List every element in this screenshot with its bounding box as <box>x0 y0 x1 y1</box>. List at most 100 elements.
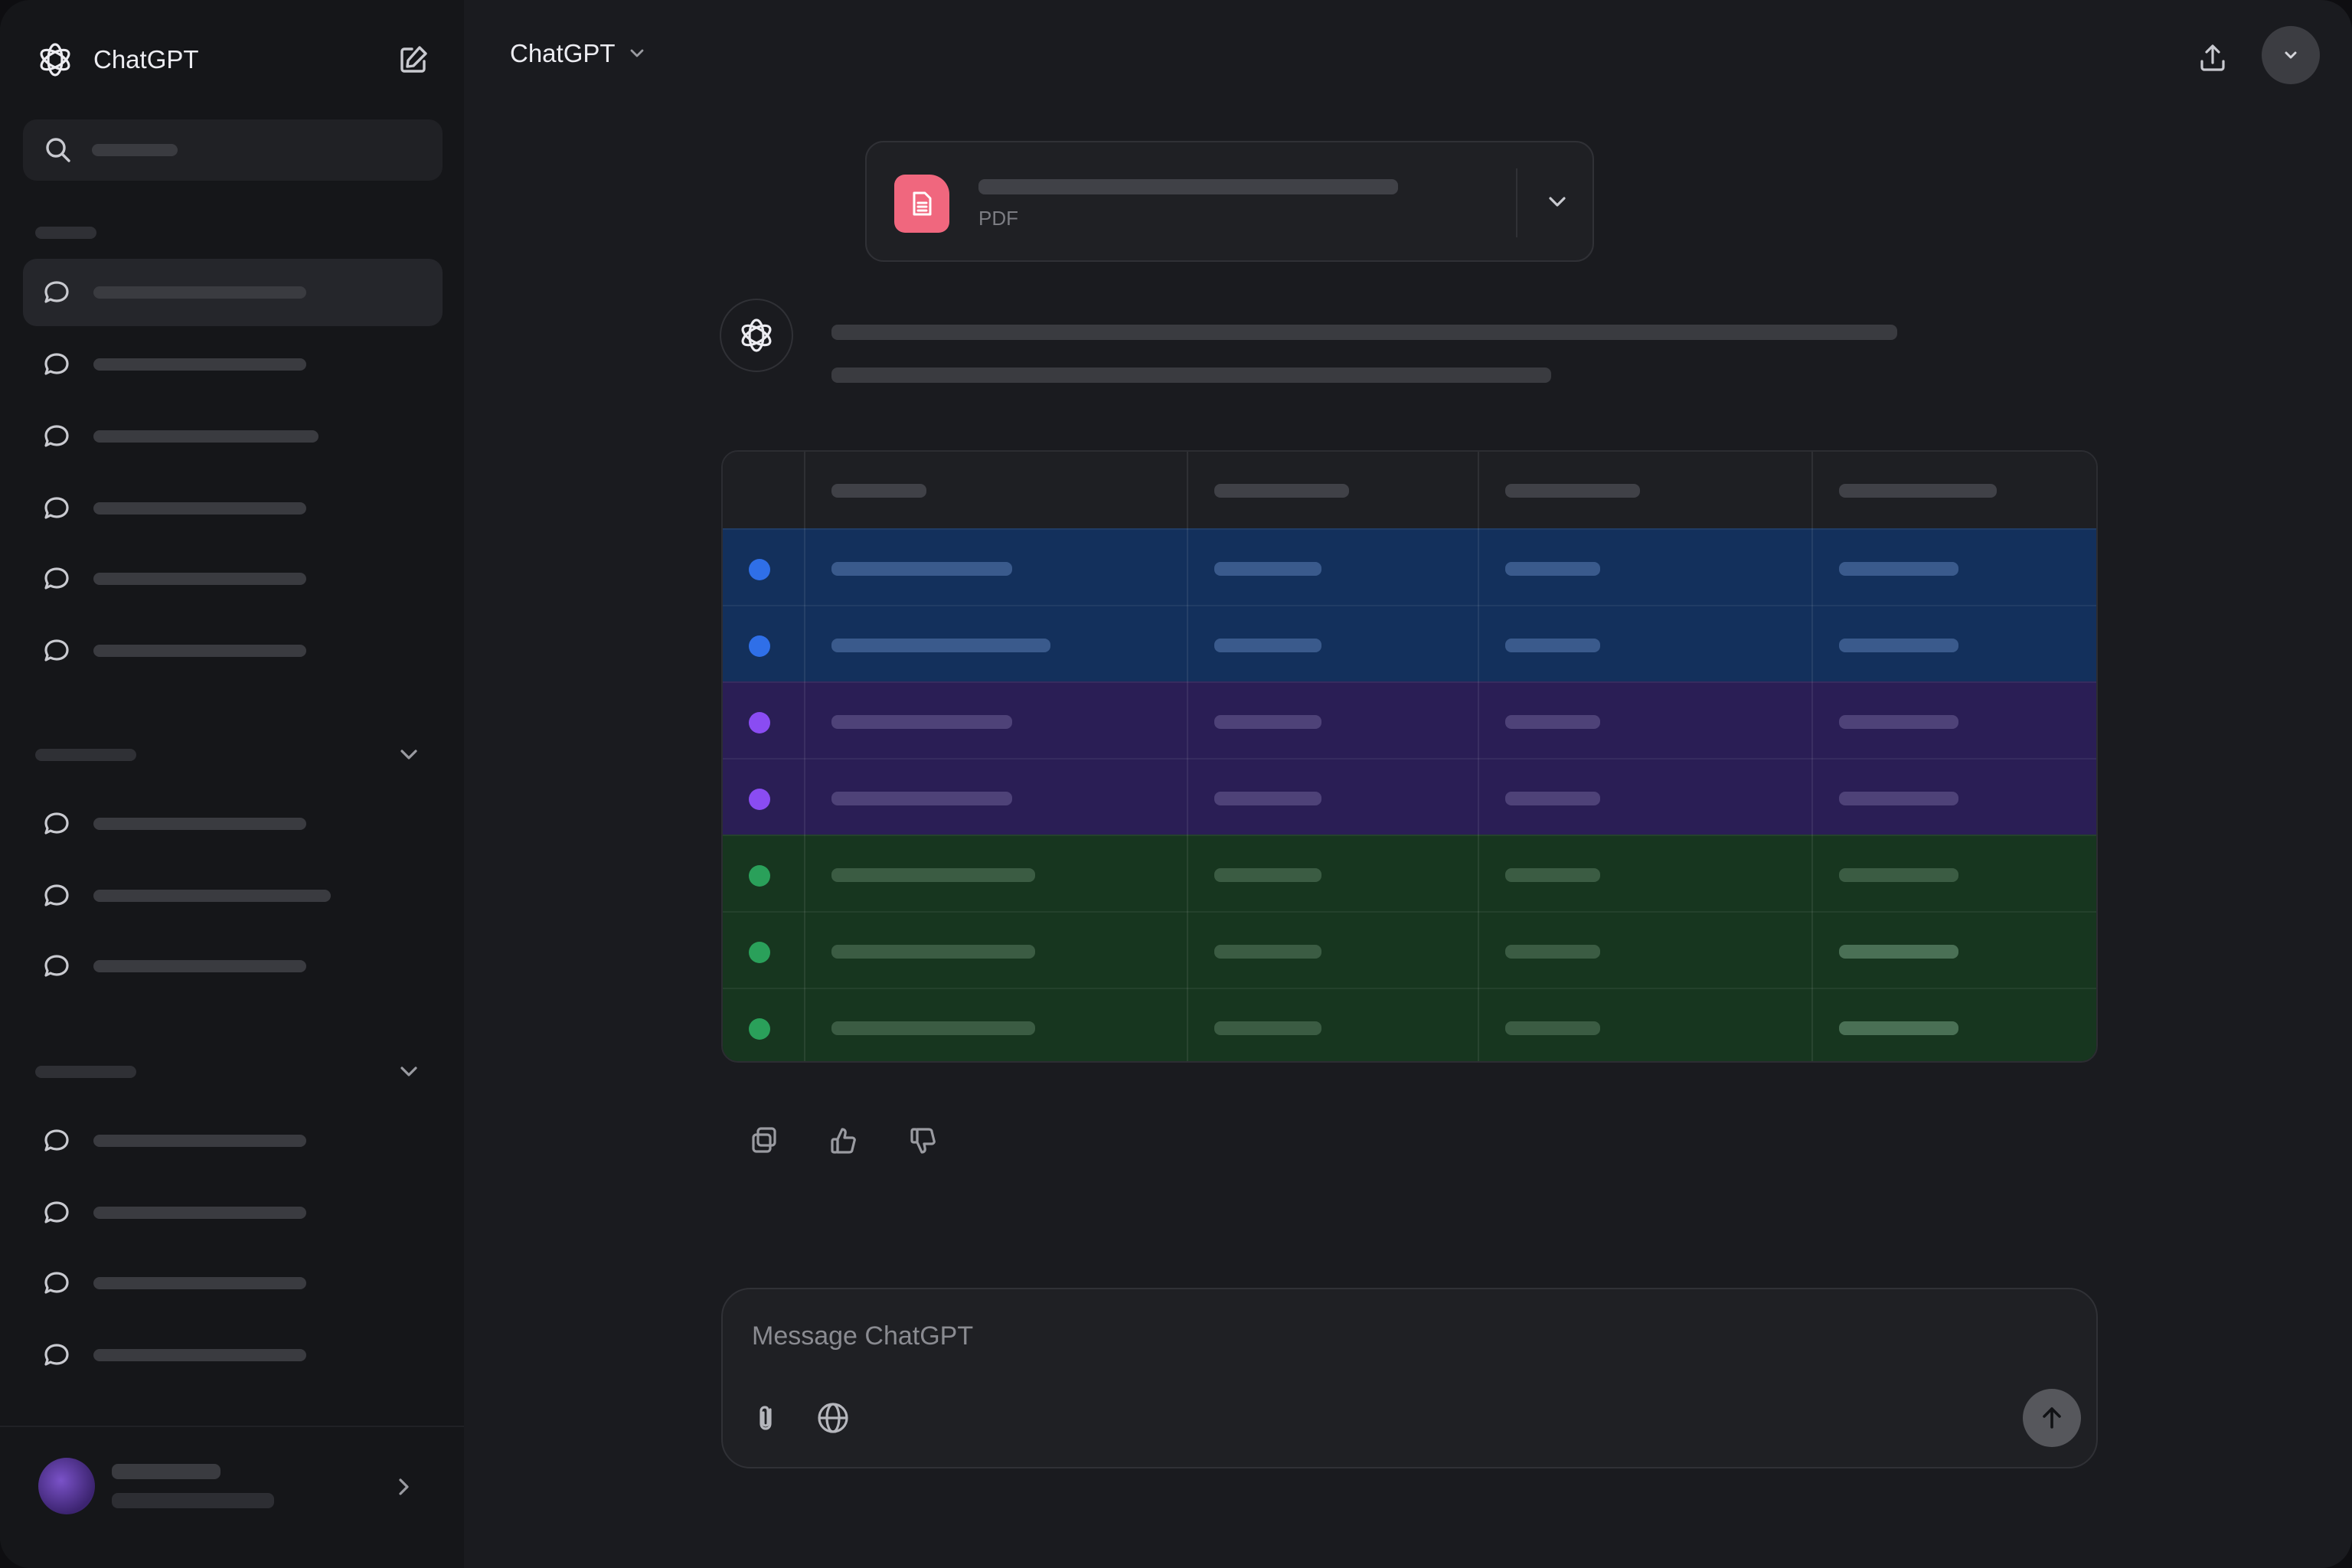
chat-bubble-icon <box>44 1272 69 1294</box>
sidebar-chat-item[interactable] <box>23 1321 443 1389</box>
table-cell <box>1839 639 1958 652</box>
table-row <box>723 988 2096 1061</box>
chat-title <box>93 1207 306 1219</box>
chat-title <box>93 502 306 514</box>
sidebar-chat-item[interactable] <box>23 259 443 326</box>
new-chat-button[interactable] <box>392 38 435 81</box>
table-cell <box>831 945 1035 959</box>
search-input[interactable] <box>23 119 443 181</box>
main-panel: ChatGPT PDF Message ChatGPT <box>464 0 2352 1568</box>
table-cell <box>831 562 1012 576</box>
attach-button[interactable] <box>746 1396 789 1439</box>
assistant-avatar <box>720 299 793 372</box>
chevron-down-icon[interactable] <box>394 1057 424 1087</box>
divider <box>1516 168 1517 237</box>
chevron-down-icon[interactable] <box>1540 185 1574 219</box>
assistant-text-line <box>831 368 1551 383</box>
table-cell <box>1505 639 1600 652</box>
sidebar-chat-item[interactable] <box>23 331 443 398</box>
profile-plan <box>112 1493 274 1508</box>
thumbs-down-button[interactable] <box>900 1118 946 1164</box>
thumbs-down-icon <box>910 1128 936 1154</box>
chat-title <box>93 358 306 371</box>
chat-bubble-icon <box>44 639 69 662</box>
table-cell <box>1839 562 1958 576</box>
chat-title <box>93 960 306 972</box>
assistant-text-line <box>831 325 1897 340</box>
attachment-card[interactable]: PDF <box>865 141 1594 262</box>
table-cell <box>831 1021 1035 1035</box>
paperclip-icon <box>760 1406 772 1430</box>
sidebar-chat-item[interactable] <box>23 933 443 1000</box>
attachment-filename <box>978 179 1398 194</box>
status-dot <box>749 942 770 963</box>
table-cell <box>831 715 1012 729</box>
copy-icon <box>752 1127 776 1153</box>
column-header <box>831 484 926 498</box>
sidebar-chat-item[interactable] <box>23 1107 443 1174</box>
sidebar-chat-item[interactable] <box>23 545 443 612</box>
sidebar-chat-item[interactable] <box>23 617 443 684</box>
chat-title <box>93 890 331 902</box>
table-cell <box>831 868 1035 882</box>
column-header <box>1505 484 1640 498</box>
column-divider <box>1811 452 1813 1061</box>
chat-title <box>93 286 306 299</box>
sidebar-chat-item[interactable] <box>23 862 443 929</box>
table-row <box>723 681 2096 758</box>
table-cell <box>1505 945 1600 959</box>
chat-bubble-icon <box>44 497 69 519</box>
chat-title <box>93 645 306 657</box>
model-selector[interactable]: ChatGPT <box>510 32 649 75</box>
table-cell <box>1214 562 1321 576</box>
chat-bubble-icon <box>44 1344 69 1366</box>
column-divider <box>804 452 805 1061</box>
chat-title <box>93 1135 306 1147</box>
account-menu-button[interactable] <box>2262 26 2320 84</box>
chat-bubble-icon <box>44 812 69 835</box>
table-cell <box>1505 868 1600 882</box>
document-icon <box>894 175 949 233</box>
web-search-button[interactable] <box>812 1396 854 1439</box>
message-actions <box>741 1118 946 1164</box>
message-input[interactable]: Message ChatGPT <box>752 1321 973 1351</box>
sidebar-chat-item[interactable] <box>23 475 443 542</box>
profile-name <box>112 1464 220 1479</box>
brand[interactable]: ChatGPT <box>34 37 199 83</box>
table-cell <box>1839 792 1958 805</box>
status-dot <box>749 635 770 657</box>
table-cell <box>1214 868 1321 882</box>
chat-bubble-icon <box>44 1201 69 1223</box>
search-icon <box>46 138 70 162</box>
thumbs-up-button[interactable] <box>821 1118 867 1164</box>
sidebar-chat-item[interactable] <box>23 1179 443 1246</box>
app-window: ChatGPT ChatGPT PDF Message ChatGPT <box>0 0 2352 1568</box>
sidebar-chat-item[interactable] <box>23 1250 443 1317</box>
avatar <box>38 1458 95 1514</box>
status-dot <box>749 789 770 810</box>
copy-button[interactable] <box>741 1118 787 1164</box>
globe-icon <box>818 1403 848 1433</box>
chat-bubble-icon <box>44 281 69 303</box>
chat-bubble-icon <box>44 884 69 906</box>
message-composer[interactable]: Message ChatGPT <box>721 1288 2098 1468</box>
sidebar-chat-item[interactable] <box>23 790 443 858</box>
share-button[interactable] <box>2191 37 2234 80</box>
sidebar: ChatGPT <box>0 0 464 1568</box>
chevron-down-icon <box>630 49 643 57</box>
sidebar-chat-item[interactable] <box>23 403 443 470</box>
table-cell <box>1839 715 1958 729</box>
search-placeholder <box>92 144 178 156</box>
section-label-folder <box>35 1066 136 1078</box>
chat-title <box>93 430 318 443</box>
table-row <box>723 758 2096 835</box>
chevron-down-icon[interactable] <box>394 740 424 770</box>
status-dot <box>749 712 770 733</box>
table-header-row <box>723 452 2096 528</box>
openai-logo-icon <box>741 318 772 352</box>
model-name: ChatGPT <box>510 39 616 67</box>
send-button[interactable] <box>2023 1389 2081 1447</box>
profile-menu[interactable] <box>0 1426 464 1568</box>
table-cell <box>831 792 1012 805</box>
column-divider <box>1478 452 1479 1061</box>
